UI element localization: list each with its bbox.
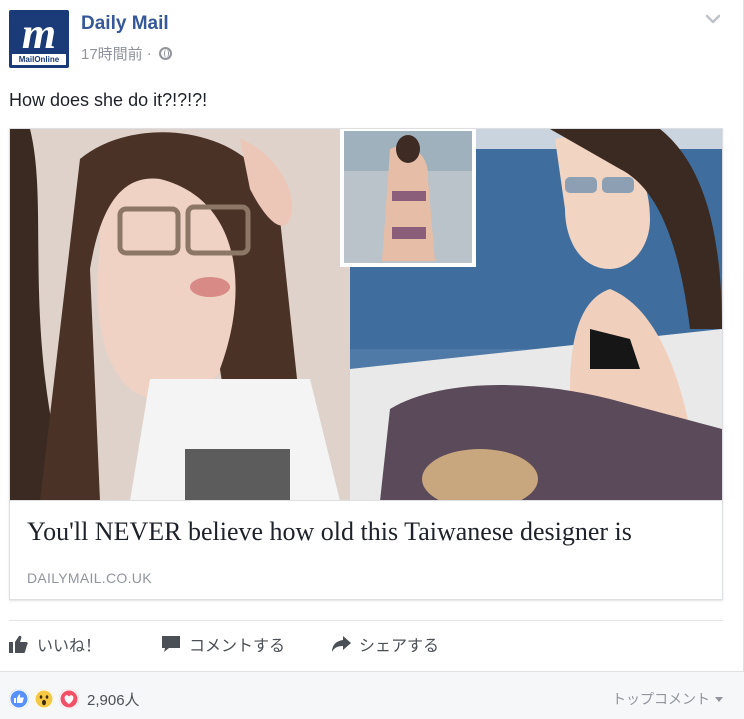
caret-down-icon (715, 696, 723, 702)
love-reaction-icon[interactable] (59, 689, 79, 709)
share-button[interactable]: シェアする (331, 632, 439, 656)
avatar-tag: MailOnline (12, 54, 66, 65)
chevron-down-icon[interactable] (702, 8, 724, 30)
avatar-letter: m (21, 10, 57, 58)
link-preview-image[interactable] (10, 129, 722, 501)
feed-post: m MailOnline Daily Mail 17時間前 · How does… (0, 0, 744, 719)
post-meta: 17時間前 · (81, 43, 172, 64)
wow-reaction-icon[interactable] (34, 689, 54, 709)
post-message: How does she do it?!?!?! (9, 90, 208, 110)
link-title[interactable]: You'll NEVER believe how old this Taiwan… (27, 517, 632, 547)
page-name-link[interactable]: Daily Mail (81, 13, 169, 35)
comment-sort-dropdown[interactable]: トップコメント (612, 689, 723, 709)
thumbs-up-icon (9, 635, 28, 653)
meta-separator: · (146, 45, 152, 62)
comment-icon (162, 636, 180, 652)
card-divider (10, 500, 722, 501)
globe-icon[interactable] (158, 47, 172, 60)
link-preview-card[interactable]: You'll NEVER believe how old this Taiwan… (9, 128, 723, 600)
comment-sort-label: トップコメント (612, 691, 710, 707)
like-label: いいね！ (37, 638, 102, 655)
like-button[interactable]: いいね！ (9, 632, 101, 656)
link-domain: DAILYMAIL.CO.UK (27, 570, 152, 586)
comment-button[interactable]: コメントする (161, 632, 285, 656)
page-avatar[interactable]: m MailOnline (9, 10, 69, 68)
reaction-count[interactable]: 2,906人 (87, 689, 140, 710)
share-icon (332, 636, 351, 652)
post-timestamp[interactable]: 17時間前 (81, 43, 143, 64)
share-label: シェアする (359, 638, 440, 655)
action-divider (9, 620, 723, 621)
like-reaction-icon[interactable] (9, 689, 29, 709)
comment-label: コメントする (189, 638, 286, 655)
